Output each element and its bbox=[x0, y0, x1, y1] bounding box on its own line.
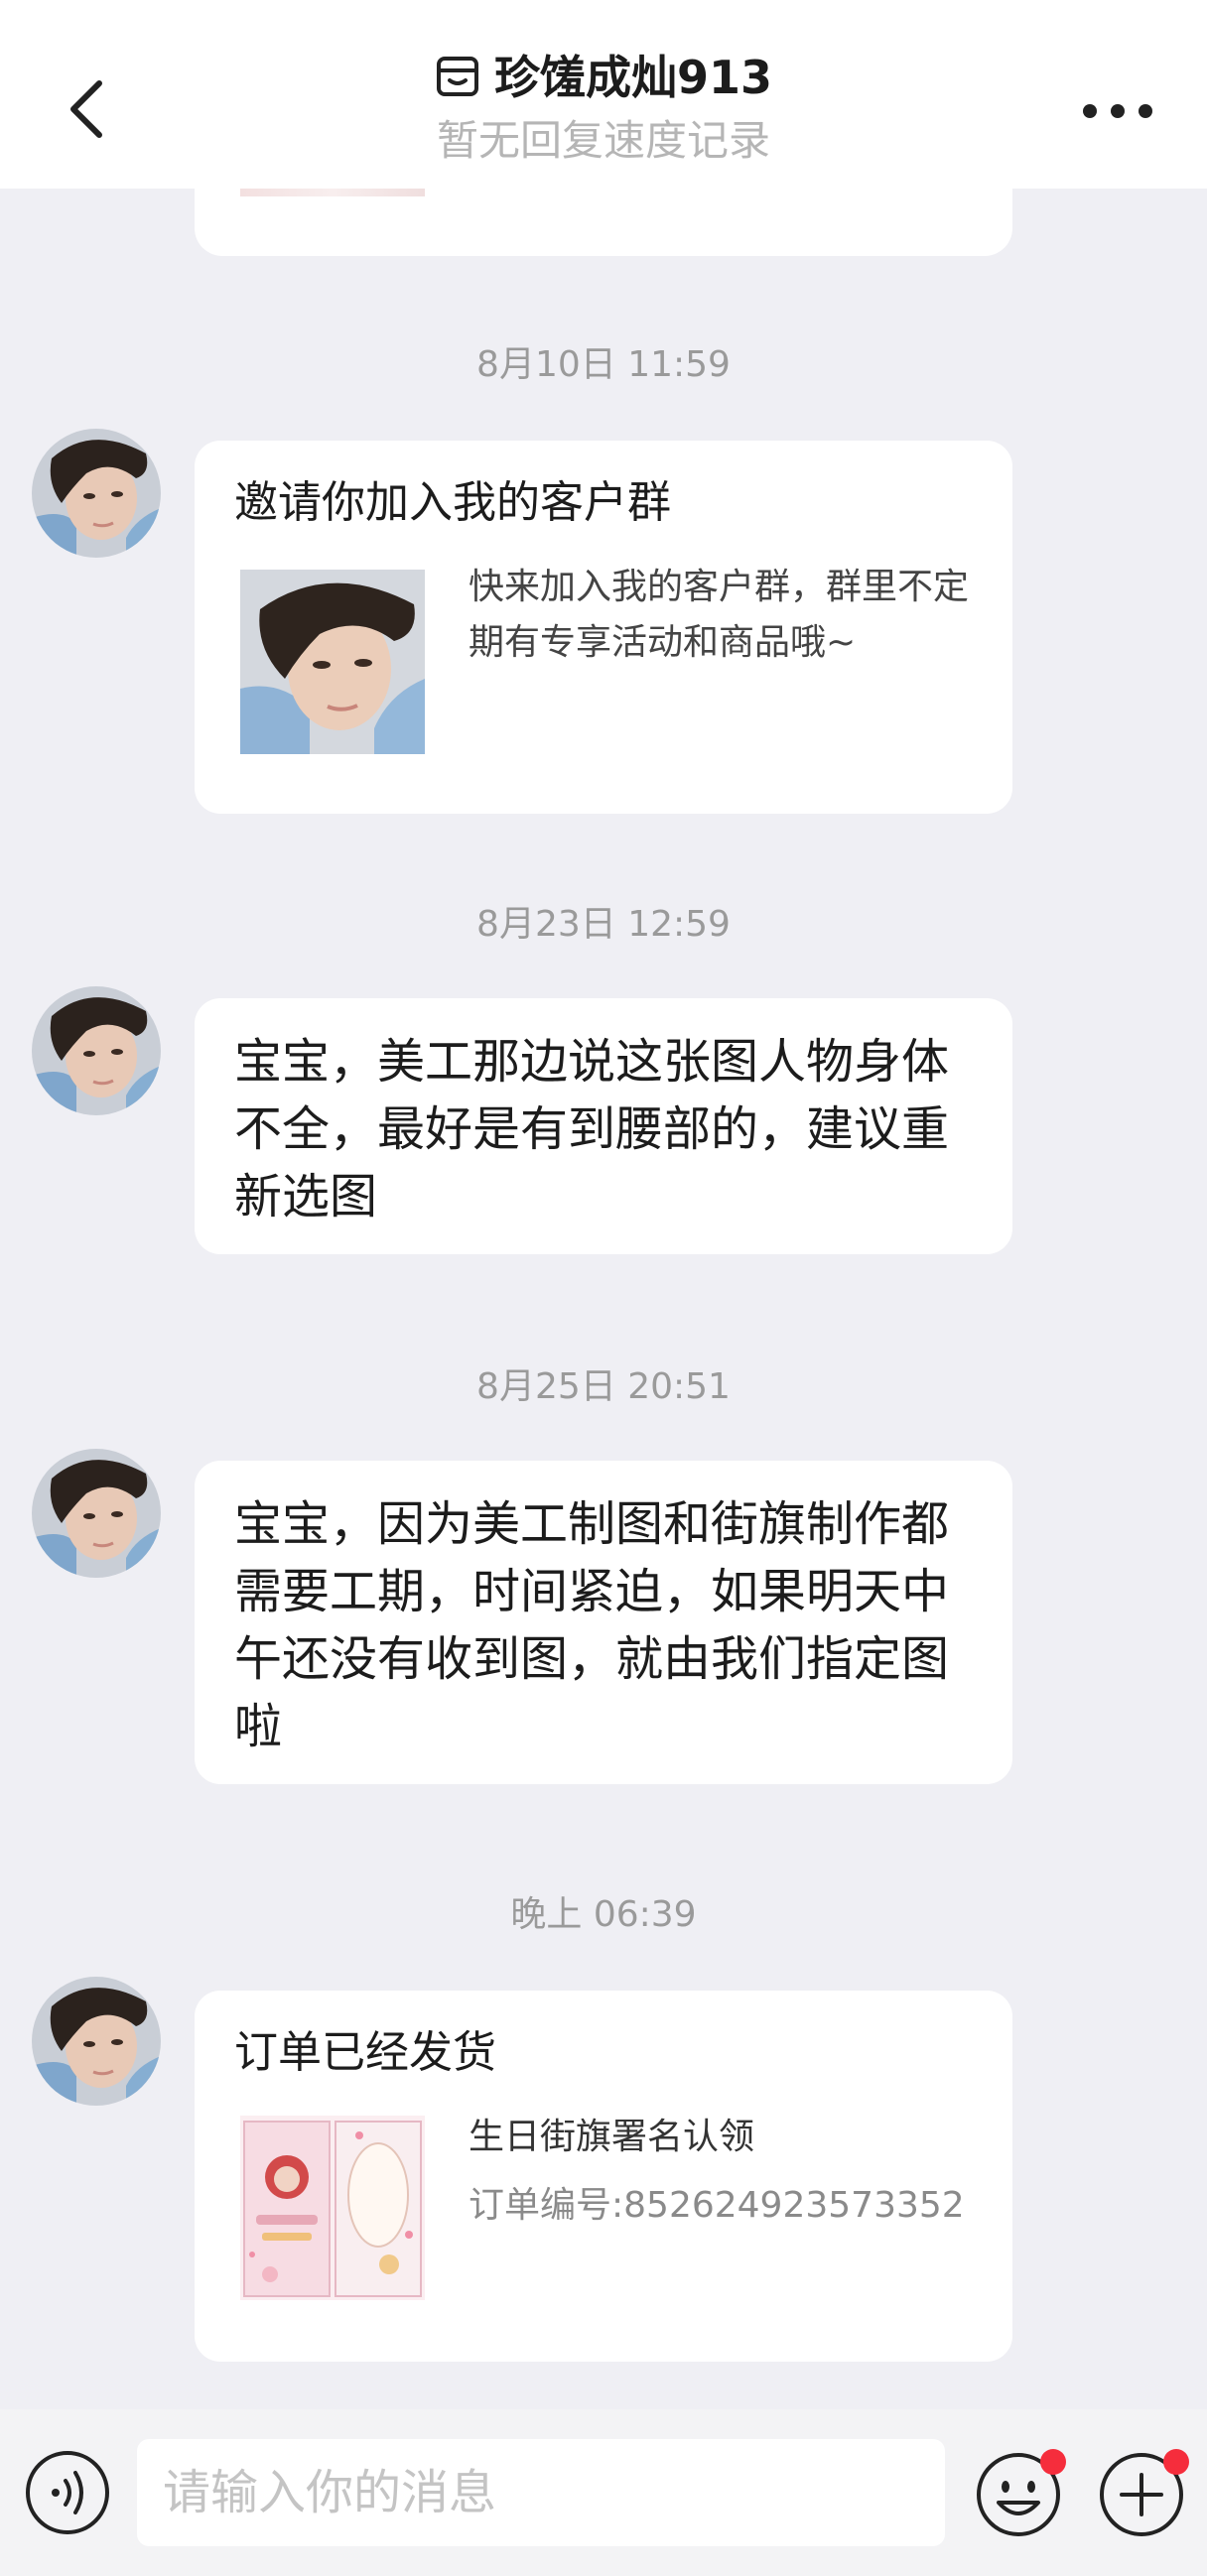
message-input[interactable] bbox=[137, 2439, 945, 2546]
card-title: 订单已经发货 bbox=[234, 2027, 496, 2078]
card-title: 邀请你加入我的客户群 bbox=[234, 477, 671, 528]
avatar[interactable] bbox=[32, 1449, 161, 1578]
product-thumbnail bbox=[240, 2116, 425, 2300]
timestamp: 晚上 06:39 bbox=[510, 1894, 697, 1935]
avatar[interactable] bbox=[32, 986, 161, 1115]
notification-dot bbox=[1163, 2449, 1189, 2475]
chat-header: 珍馐成灿913 暂无回复速度记录 bbox=[0, 0, 1207, 189]
timestamp: 8月25日 20:51 bbox=[476, 1366, 731, 1407]
timestamp: 8月23日 12:59 bbox=[476, 904, 731, 945]
voice-button[interactable] bbox=[24, 2449, 111, 2536]
voice-icon bbox=[26, 2451, 109, 2534]
message-text: 宝宝，因为美工制图和街旗制作都需要工期，时间紧迫，如果明天中午还没有收到图，就由… bbox=[234, 1496, 950, 1754]
input-bar bbox=[0, 2409, 1207, 2576]
message-text: 宝宝，美工那边说这张图人物身体不全，最好是有到腰部的，建议重新选图 bbox=[234, 1034, 950, 1224]
store-icon bbox=[435, 54, 480, 113]
text-message-bubble[interactable]: 宝宝，因为美工制图和街旗制作都需要工期，时间紧迫，如果明天中午还没有收到图，就由… bbox=[195, 1461, 1012, 1784]
emoji-button[interactable] bbox=[971, 2445, 1066, 2540]
card-description: 快来加入我的客户群，群里不定期有专享活动和商品哦~ bbox=[469, 567, 970, 663]
previous-card-thumbnail bbox=[240, 189, 425, 196]
order-number: 订单编号:852624923573352 bbox=[469, 2185, 965, 2226]
page-title: 珍馐成灿913 bbox=[0, 48, 1207, 113]
group-thumbnail bbox=[240, 570, 425, 754]
order-shipped-card[interactable]: 订单已经发货 生日街旗署名认领 订单编号:852624923573352 bbox=[195, 1991, 1012, 2362]
seller-name: 珍馐成灿913 bbox=[493, 51, 773, 104]
text-message-bubble[interactable]: 宝宝，美工那边说这张图人物身体不全，最好是有到腰部的，建议重新选图 bbox=[195, 998, 1012, 1254]
reply-speed-subtitle: 暂无回复速度记录 bbox=[436, 116, 770, 165]
more-actions-button[interactable] bbox=[1094, 2445, 1189, 2540]
timestamp: 8月10日 11:59 bbox=[476, 344, 731, 385]
group-invite-card[interactable]: 邀请你加入我的客户群 快来加入我的客户群，群里不定期有专享活动和商品哦~ bbox=[195, 441, 1012, 814]
more-dots-icon bbox=[1083, 104, 1152, 118]
notification-dot bbox=[1040, 2449, 1066, 2475]
avatar[interactable] bbox=[32, 429, 161, 558]
avatar[interactable] bbox=[32, 1977, 161, 2106]
product-name: 生日街旗署名认领 bbox=[469, 2117, 755, 2157]
more-button[interactable] bbox=[1078, 91, 1157, 131]
